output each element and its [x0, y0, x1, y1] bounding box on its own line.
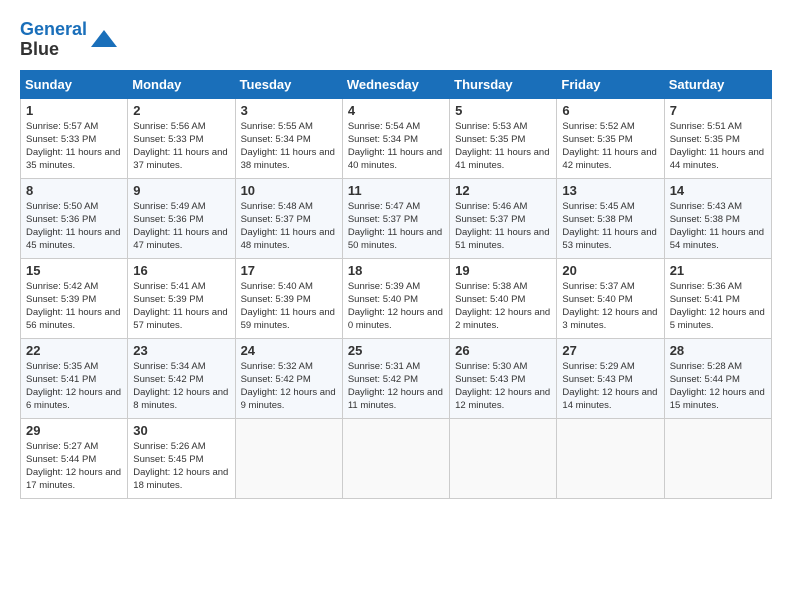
col-friday: Friday: [557, 70, 664, 98]
logo: GeneralBlue: [20, 20, 119, 60]
calendar-cell: 11Sunrise: 5:47 AMSunset: 5:37 PMDayligh…: [342, 178, 449, 258]
col-wednesday: Wednesday: [342, 70, 449, 98]
col-tuesday: Tuesday: [235, 70, 342, 98]
calendar-cell: 1Sunrise: 5:57 AMSunset: 5:33 PMDaylight…: [21, 98, 128, 178]
calendar-cell: 8Sunrise: 5:50 AMSunset: 5:36 PMDaylight…: [21, 178, 128, 258]
calendar-week-4: 22Sunrise: 5:35 AMSunset: 5:41 PMDayligh…: [21, 338, 772, 418]
calendar-cell: 13Sunrise: 5:45 AMSunset: 5:38 PMDayligh…: [557, 178, 664, 258]
calendar-cell: [557, 418, 664, 498]
page-header: GeneralBlue: [20, 20, 772, 60]
calendar-cell: 15Sunrise: 5:42 AMSunset: 5:39 PMDayligh…: [21, 258, 128, 338]
calendar-cell: 14Sunrise: 5:43 AMSunset: 5:38 PMDayligh…: [664, 178, 771, 258]
col-sunday: Sunday: [21, 70, 128, 98]
calendar-cell: 12Sunrise: 5:46 AMSunset: 5:37 PMDayligh…: [450, 178, 557, 258]
calendar-cell: 10Sunrise: 5:48 AMSunset: 5:37 PMDayligh…: [235, 178, 342, 258]
calendar-cell: [664, 418, 771, 498]
calendar-cell: 28Sunrise: 5:28 AMSunset: 5:44 PMDayligh…: [664, 338, 771, 418]
calendar-cell: 29Sunrise: 5:27 AMSunset: 5:44 PMDayligh…: [21, 418, 128, 498]
logo-text: GeneralBlue: [20, 20, 87, 60]
calendar-week-1: 1Sunrise: 5:57 AMSunset: 5:33 PMDaylight…: [21, 98, 772, 178]
calendar-week-5: 29Sunrise: 5:27 AMSunset: 5:44 PMDayligh…: [21, 418, 772, 498]
logo-icon: [89, 25, 119, 55]
calendar-cell: 6Sunrise: 5:52 AMSunset: 5:35 PMDaylight…: [557, 98, 664, 178]
calendar-cell: [450, 418, 557, 498]
calendar-body: 1Sunrise: 5:57 AMSunset: 5:33 PMDaylight…: [21, 98, 772, 498]
calendar-cell: 27Sunrise: 5:29 AMSunset: 5:43 PMDayligh…: [557, 338, 664, 418]
calendar-cell: 23Sunrise: 5:34 AMSunset: 5:42 PMDayligh…: [128, 338, 235, 418]
calendar-cell: 5Sunrise: 5:53 AMSunset: 5:35 PMDaylight…: [450, 98, 557, 178]
calendar-cell: 24Sunrise: 5:32 AMSunset: 5:42 PMDayligh…: [235, 338, 342, 418]
calendar-cell: 16Sunrise: 5:41 AMSunset: 5:39 PMDayligh…: [128, 258, 235, 338]
calendar-cell: 30Sunrise: 5:26 AMSunset: 5:45 PMDayligh…: [128, 418, 235, 498]
calendar-cell: 20Sunrise: 5:37 AMSunset: 5:40 PMDayligh…: [557, 258, 664, 338]
calendar-cell: 3Sunrise: 5:55 AMSunset: 5:34 PMDaylight…: [235, 98, 342, 178]
calendar-cell: [235, 418, 342, 498]
col-saturday: Saturday: [664, 70, 771, 98]
calendar-cell: 18Sunrise: 5:39 AMSunset: 5:40 PMDayligh…: [342, 258, 449, 338]
calendar-week-2: 8Sunrise: 5:50 AMSunset: 5:36 PMDaylight…: [21, 178, 772, 258]
calendar-cell: [342, 418, 449, 498]
calendar-cell: 7Sunrise: 5:51 AMSunset: 5:35 PMDaylight…: [664, 98, 771, 178]
calendar-cell: 19Sunrise: 5:38 AMSunset: 5:40 PMDayligh…: [450, 258, 557, 338]
col-monday: Monday: [128, 70, 235, 98]
calendar-cell: 17Sunrise: 5:40 AMSunset: 5:39 PMDayligh…: [235, 258, 342, 338]
calendar-cell: 4Sunrise: 5:54 AMSunset: 5:34 PMDaylight…: [342, 98, 449, 178]
calendar-cell: 26Sunrise: 5:30 AMSunset: 5:43 PMDayligh…: [450, 338, 557, 418]
calendar-table: Sunday Monday Tuesday Wednesday Thursday…: [20, 70, 772, 499]
calendar-cell: 21Sunrise: 5:36 AMSunset: 5:41 PMDayligh…: [664, 258, 771, 338]
calendar-cell: 9Sunrise: 5:49 AMSunset: 5:36 PMDaylight…: [128, 178, 235, 258]
calendar-cell: 22Sunrise: 5:35 AMSunset: 5:41 PMDayligh…: [21, 338, 128, 418]
calendar-week-3: 15Sunrise: 5:42 AMSunset: 5:39 PMDayligh…: [21, 258, 772, 338]
col-thursday: Thursday: [450, 70, 557, 98]
header-row: Sunday Monday Tuesday Wednesday Thursday…: [21, 70, 772, 98]
calendar-cell: 2Sunrise: 5:56 AMSunset: 5:33 PMDaylight…: [128, 98, 235, 178]
calendar-cell: 25Sunrise: 5:31 AMSunset: 5:42 PMDayligh…: [342, 338, 449, 418]
